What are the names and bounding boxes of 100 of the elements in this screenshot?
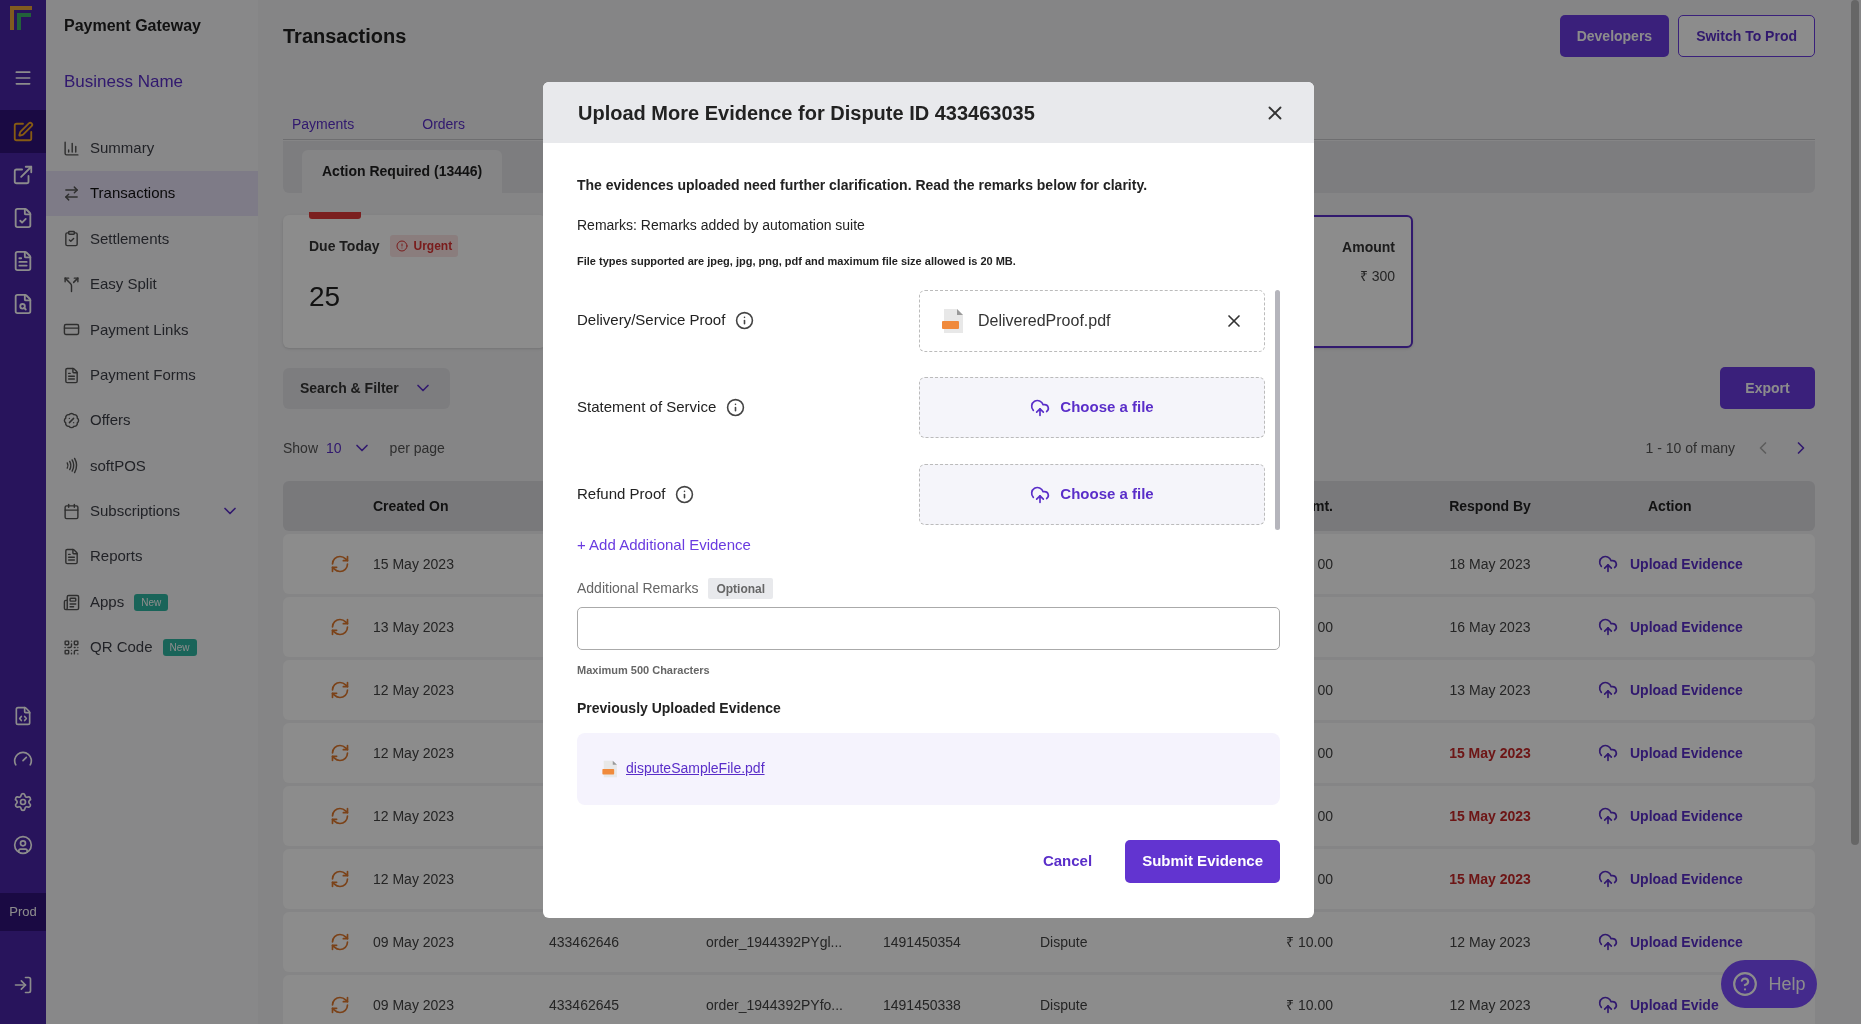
upload-evidence-link[interactable]: Upload Evidence <box>1590 931 1815 953</box>
table-cell-text: 15 May 2023 <box>1448 806 1532 826</box>
search-filter-button[interactable]: Search & Filter <box>283 367 450 409</box>
info-icon[interactable] <box>735 311 755 330</box>
table-cell-text: 12 May 2023 <box>1448 932 1532 952</box>
upload-icon <box>1030 397 1051 418</box>
sidebar-item-label: softPOS <box>90 455 146 476</box>
upload-evidence-link[interactable]: Upload Evidence <box>1590 679 1815 701</box>
info-icon[interactable] <box>726 398 746 417</box>
menu-icon[interactable] <box>13 68 33 88</box>
cancel-button[interactable]: Cancel <box>1042 849 1093 873</box>
table-cell-text: 1491450354 <box>882 932 962 952</box>
upload-icon <box>1598 806 1618 826</box>
table-cell: ₹ 10.00 <box>1286 933 1333 950</box>
table-cell-text: 433462646 <box>548 932 621 952</box>
remarks-field[interactable] <box>577 607 1280 650</box>
gauge-icon[interactable] <box>13 749 33 769</box>
help-icon <box>1732 971 1759 997</box>
table-cell-text: 12 May 2023 <box>372 806 455 826</box>
sidebar-item[interactable]: Offers <box>46 397 258 444</box>
sidebar-item[interactable]: QR Code New <box>46 624 258 671</box>
chart-icon <box>63 139 80 157</box>
choose-file-button[interactable]: Choose a file <box>919 464 1265 525</box>
upload-icon <box>1598 743 1618 763</box>
upload-icon <box>1598 680 1618 700</box>
sidebar-item-label: QR Code <box>90 637 153 658</box>
tab[interactable]: Payments <box>292 114 355 141</box>
table-cell: 00 <box>1317 744 1333 761</box>
sidebar-item[interactable]: Reports <box>46 534 258 580</box>
card-value: 25 <box>309 280 342 314</box>
table-cell-text: 12 May 2023 <box>372 869 455 889</box>
column-header: Created On <box>372 496 450 516</box>
table-cell: 00 <box>1317 870 1333 887</box>
qr-code-icon <box>63 639 80 656</box>
table-cell-text: 09 May 2023 <box>372 995 455 1015</box>
upload-icon <box>1598 932 1618 952</box>
sidebar-item[interactable]: Apps New <box>46 579 258 625</box>
export-button[interactable]: Export <box>1720 367 1815 409</box>
file-link[interactable]: disputeSampleFile.pdf <box>626 758 765 779</box>
card-value: ₹ 300 <box>1359 267 1395 286</box>
table-cell-text: 15 May 2023 <box>372 554 455 574</box>
upload-icon <box>1598 869 1618 889</box>
new-badge: New <box>134 593 169 611</box>
urgent-badge: Urgent <box>389 235 459 257</box>
table-cell-text: 15 May 2023 <box>1448 869 1532 889</box>
sidebar-item[interactable]: Easy Split <box>46 261 258 308</box>
sidebar-item-label: Summary <box>90 137 155 158</box>
table-cell-text: 12 May 2023 <box>372 680 455 700</box>
sidebar-item[interactable]: Payment Forms <box>46 352 258 398</box>
sidebar-item[interactable]: Payment Links <box>46 307 258 353</box>
show-label: Show <box>283 438 319 458</box>
external-link-icon <box>12 163 34 186</box>
table-cell: ₹ 10.00 <box>1286 996 1333 1013</box>
previous-evidence-title: Previously Uploaded Evidence <box>577 698 782 718</box>
clipboard-icon <box>63 230 80 248</box>
file-icon <box>12 249 34 272</box>
upload-evidence-link[interactable]: Upload Evidence <box>1590 616 1815 638</box>
page-range: 1 - 10 of many <box>1645 438 1735 458</box>
sidebar-item-label: Transactions <box>90 183 176 204</box>
developers-button[interactable]: Developers <box>1559 15 1670 57</box>
card-title: Due Today <box>309 236 380 256</box>
file-name: DeliveredProof.pdf <box>978 310 1111 331</box>
per-page-select[interactable]: 10 <box>326 437 372 459</box>
profile-icon[interactable] <box>13 835 33 855</box>
sidebar-item[interactable]: Settlements <box>46 216 258 262</box>
help-button[interactable]: Help <box>1721 960 1817 1008</box>
card-title: Amount <box>1342 238 1395 257</box>
column-header: Respond By <box>1448 496 1532 516</box>
sidebar-item[interactable]: Transactions <box>46 170 258 217</box>
rail-item[interactable] <box>0 110 46 153</box>
add-evidence-link[interactable]: + Add Additional Evidence <box>577 533 751 556</box>
choose-file-button[interactable]: Choose a file <box>919 377 1265 438</box>
sidebar-item[interactable]: Subscriptions <box>46 488 258 534</box>
upload-evidence-link[interactable]: Upload Evidence <box>1590 868 1815 890</box>
upload-icon <box>1598 617 1618 637</box>
evidence-label: Delivery/Service Proof <box>577 310 726 331</box>
character-limit-hint: Maximum 500 Characters <box>577 663 711 678</box>
logout-icon[interactable] <box>13 975 33 995</box>
submit-evidence-button[interactable]: Submit Evidence <box>1125 839 1280 883</box>
sidebar-item-label: Payment Forms <box>90 364 196 385</box>
settings-icon[interactable] <box>13 792 33 812</box>
sidebar-item[interactable]: softPOS <box>46 443 258 489</box>
table-cell-text: 15 May 2023 <box>1448 743 1532 763</box>
table-cell: 00 <box>1317 555 1333 572</box>
table-cell-text: 16 May 2023 <box>1448 617 1532 637</box>
subtab[interactable]: Action Required (13446) <box>302 150 503 193</box>
switch-button[interactable]: Switch To Prod <box>1678 15 1815 57</box>
edit-icon <box>12 120 34 143</box>
info-icon[interactable] <box>675 485 695 504</box>
new-badge: New <box>162 639 197 656</box>
code-file-icon[interactable] <box>13 706 33 726</box>
upload-evidence-link[interactable]: Upload Evidence <box>1590 553 1815 575</box>
upload-evidence-link[interactable]: Upload Evidence <box>1590 805 1815 827</box>
tab[interactable]: Orders <box>422 114 466 141</box>
table-cell-text: 433462645 <box>548 995 621 1015</box>
remarks-text: Remarks: Remarks added by automation suite <box>577 216 866 235</box>
swap-arrows-icon <box>63 185 80 203</box>
upload-evidence-link[interactable]: Upload Evidence <box>1590 742 1815 764</box>
sidebar-item-label: Payment Links <box>90 319 189 340</box>
sidebar-item[interactable]: Summary <box>46 125 258 171</box>
